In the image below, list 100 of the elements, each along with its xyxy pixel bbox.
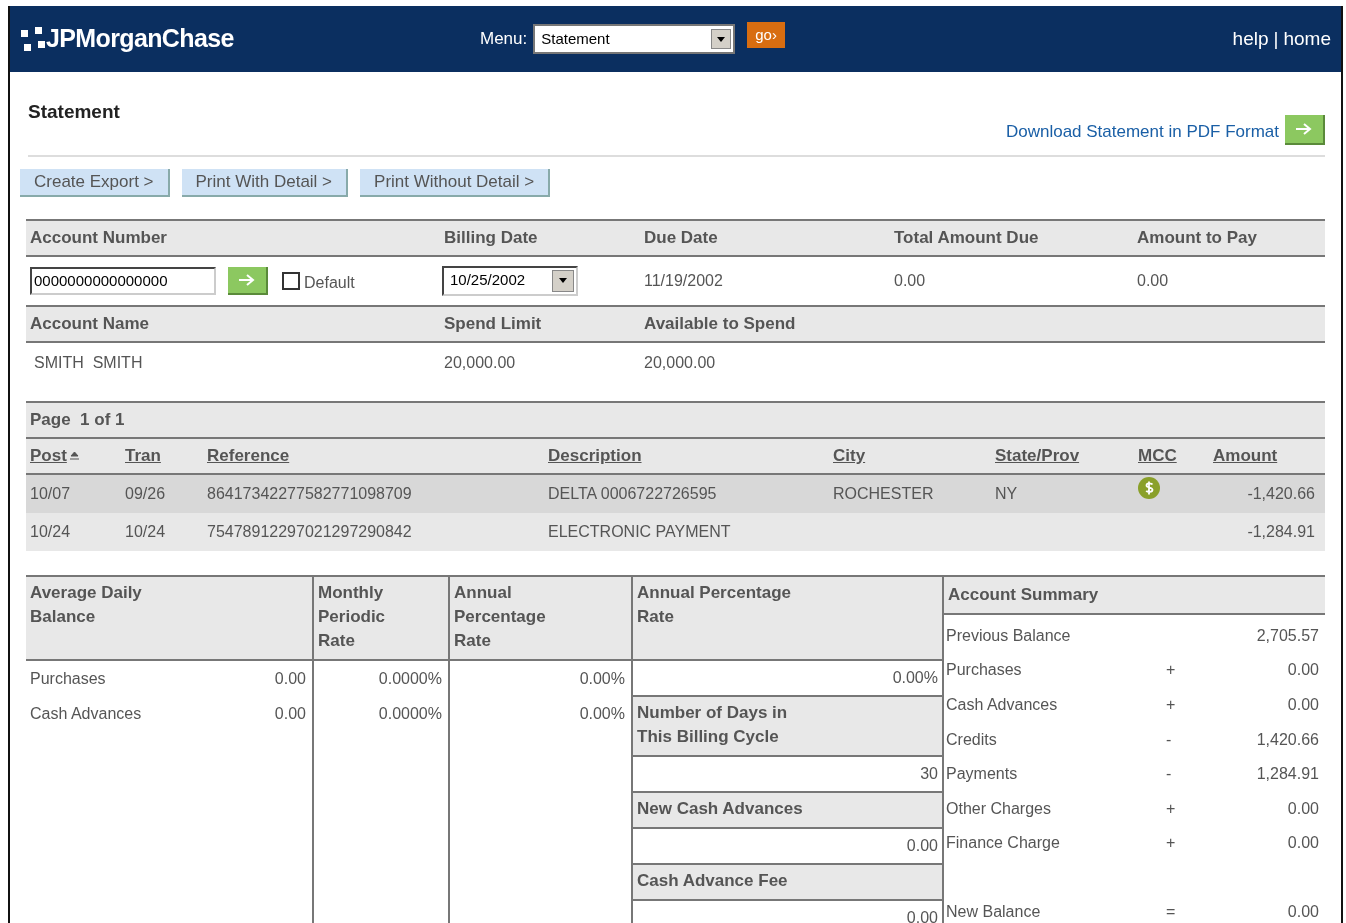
table-cell: -1,284.91 [1247,522,1315,540]
table-cell: 09/26 [125,484,166,502]
sign-text: + [1166,799,1176,817]
section-header: Number of Days in This Billing Cycle [633,694,942,757]
value-text: 0.00 [906,907,938,923]
arrow-icon [1294,121,1314,136]
value-text: 0.00 [1136,270,1170,291]
download-arrow-button[interactable] [1285,114,1325,145]
sort-icon [69,451,79,460]
column-header: Spend Limit [443,312,543,335]
go-button[interactable]: go› [747,22,785,48]
table-cell-text: 0.00 [274,703,306,724]
row-label: Finance Charge [946,833,1061,854]
table-cell: 10/24 [125,522,166,540]
row-label: Purchases [946,660,1023,681]
menu-dropdown[interactable]: Statement [533,24,736,54]
column-sort-link[interactable]: Description [548,445,642,465]
table-cell: 86417342277582771098709 [207,484,412,502]
go-arrow-button[interactable] [228,266,268,295]
table-cell-text: 0.00 [274,668,306,689]
value-text: 0.00 [893,270,927,291]
value-text: 0.00 [1287,834,1319,852]
column-sort-link[interactable]: Post [30,442,67,469]
sign-text: - [1166,765,1172,783]
row-label: Cash Advances [30,703,142,724]
row-label: Cash Advances [946,695,1059,715]
checkbox-label: Default [304,272,355,293]
billing-date-dropdown[interactable]: 10/25/2002 [442,265,578,296]
column-sort-link[interactable]: City [833,445,866,465]
table-cell: 10/07 [30,484,71,502]
table-cell: NY [995,484,1018,502]
column-sort-link[interactable]: Tran [125,445,161,465]
value-text: 1,420.66 [1256,730,1319,748]
row-label: Credits [946,729,998,750]
section-header: Account Summary [944,576,1325,615]
account-name: SMITH SMITH [33,352,144,373]
column-sort-link[interactable]: State/Prov [995,445,1080,465]
row-label: Previous Balance [946,625,1072,646]
section-header: Cash Advance Fee [633,862,942,901]
table-cell: 10/24 [30,522,71,540]
row-label: New Balance [946,901,1042,922]
column-header: Account Name [29,312,151,335]
page-indicator: Page 1 of 1 [26,402,1325,439]
logo-text: JPMorganChase [46,23,234,55]
menu-label: Menu: [480,28,528,51]
sign-text: - [1166,730,1172,748]
column-header: Available to Spend [643,312,797,335]
header-link[interactable]: home [1283,24,1331,54]
table-cell: ROCHESTER [833,484,934,502]
row-label: Payments [946,764,1019,785]
action-button[interactable]: Print With Detail > [181,168,349,197]
section-header: New Cash Advances [633,790,942,829]
value-text: 2,705.57 [1256,626,1319,644]
link-separator: | [1273,26,1279,51]
column-sort-link[interactable]: Reference [207,445,290,465]
column-header: Total Amount Due [893,226,1040,249]
value-text: 30 [920,763,938,784]
arrow-icon [237,272,257,287]
download-pdf-link[interactable]: Download Statement in PDF Format [1005,119,1279,145]
row-label: Other Charges [946,798,1052,819]
column-sort-link[interactable]: Amount [1213,445,1278,465]
available-to-spend: 20,000.00 [643,352,717,373]
sign-text: + [1166,696,1176,713]
sign-text: + [1166,834,1176,852]
value-text: 0.00% [892,667,938,688]
table-cell: 75478912297021297290842 [207,522,412,540]
sign-text: = [1166,902,1176,920]
table-cell: DELTA 0006722726595 [548,484,717,502]
table-cell-text: 0.00% [579,703,625,724]
column-header: Billing Date [443,226,539,249]
value-text: 0.00 [1287,696,1319,713]
column-header: Due Date [643,226,719,249]
account-number-field[interactable]: 0000000000000000 [30,266,216,295]
value-text: 0.00 [1287,661,1319,679]
value-text: 0.00 [1287,799,1319,817]
value-text: 0.00 [1287,902,1319,920]
row-label: Purchases [30,668,106,689]
spend-limit: 20,000.00 [443,352,517,373]
table-cell: -1,420.66 [1247,484,1315,502]
section-header: Annual Percentage Rate [633,576,942,661]
column-header: Amount to Pay [1136,226,1258,249]
action-button[interactable]: Print Without Detail > [360,168,551,197]
table-cell: ELECTRONIC PAYMENT [548,522,731,540]
column-header: Average Daily Balance [26,576,312,661]
column-header: Account Number [29,226,168,249]
page-title: Statement [28,100,120,124]
header-link[interactable]: help [1232,24,1269,54]
value-text: 0.00 [906,835,938,856]
action-button[interactable]: Create Export > [20,168,170,197]
table-cell-text: 0.0000% [378,703,442,724]
column-header: Monthly Periodic Rate [314,576,448,661]
default-checkbox[interactable] [282,271,300,290]
logo-icon [20,25,46,52]
sign-text: + [1166,661,1176,679]
transaction-row[interactable]: 10/07 09/26 86417342277582771098709 DELTA 0006722726595 ROCHESTER NY -1,420.66 [26,474,1325,513]
transaction-row[interactable]: 10/24 10/24 75478912297021297290842 ELECTRONIC PAYMENT -1,284.91 [26,512,1325,551]
value-text: 1,284.91 [1256,765,1319,783]
table-cell-text: 0.00% [579,668,625,689]
table-cell-text: 0.0000% [378,668,442,689]
column-sort-link[interactable]: MCC [1138,445,1177,465]
